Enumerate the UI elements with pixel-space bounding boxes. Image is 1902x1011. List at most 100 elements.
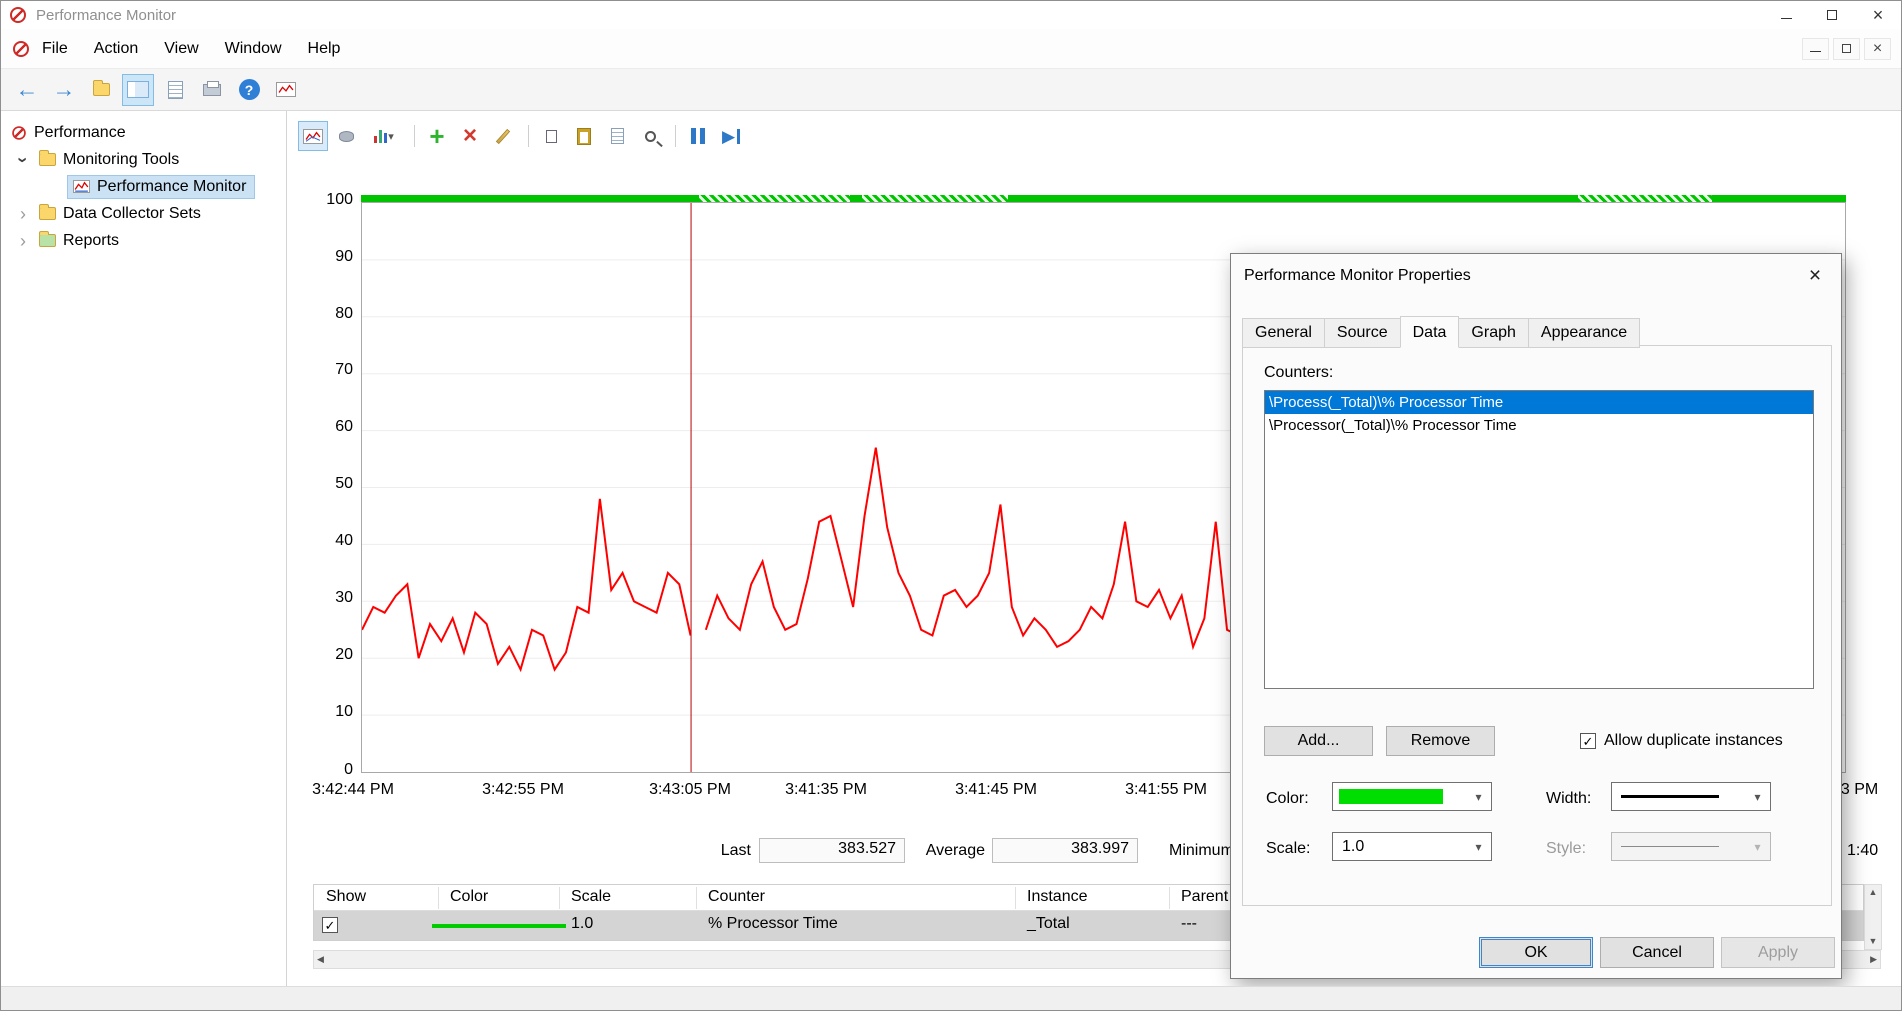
legend-color-sample xyxy=(432,924,566,928)
tab-graph[interactable]: Graph xyxy=(1458,318,1528,348)
tree-item-performance-monitor[interactable]: Performance Monitor xyxy=(67,173,255,200)
tree-item-reports[interactable]: › Reports xyxy=(15,227,119,254)
scroll-down-icon[interactable]: ▼ xyxy=(1869,937,1878,946)
average-value: 383.997 xyxy=(992,838,1138,863)
tab-data[interactable]: Data xyxy=(1400,316,1460,348)
tree-item-data-collector-sets[interactable]: › Data Collector Sets xyxy=(15,200,201,227)
tab-general[interactable]: General xyxy=(1242,318,1325,348)
scroll-up-icon[interactable]: ▲ xyxy=(1869,888,1878,897)
folder-icon xyxy=(39,207,56,220)
legend-header-show[interactable]: Show xyxy=(326,888,366,906)
cancel-button[interactable]: Cancel xyxy=(1600,937,1714,968)
child-window-controls: × xyxy=(1802,38,1891,60)
legend-counter-value: % Processor Time xyxy=(708,915,838,933)
dialog-close-icon: × xyxy=(1809,264,1821,288)
add-button[interactable]: Add... xyxy=(1264,726,1373,756)
y-axis-tick: 20 xyxy=(295,646,353,664)
dropdown-chevron-icon[interactable]: ▾ xyxy=(388,130,394,143)
update-data-button[interactable]: ▶ xyxy=(716,121,746,151)
chart-timebar xyxy=(361,195,1846,202)
export-list-button[interactable] xyxy=(159,74,191,106)
allow-duplicates-row: ✓ Allow duplicate instances xyxy=(1580,732,1783,750)
maximize-button[interactable] xyxy=(1809,1,1855,29)
properties-button[interactable] xyxy=(602,121,632,151)
freeze-display-button[interactable] xyxy=(683,121,713,151)
legend-header-color[interactable]: Color xyxy=(450,888,488,906)
child-minimize-button[interactable] xyxy=(1802,38,1829,60)
show-hide-console-tree-button[interactable] xyxy=(122,74,154,106)
back-button[interactable]: ← xyxy=(11,74,43,106)
forward-button[interactable]: → xyxy=(48,74,80,106)
expand-chevron-icon[interactable]: › xyxy=(15,205,31,223)
toolbar-separator xyxy=(414,125,415,147)
legend-vertical-scrollbar[interactable]: ▲ ▼ xyxy=(1864,884,1882,950)
step-bar-icon xyxy=(737,129,740,144)
view-log-data-button[interactable] xyxy=(331,121,361,151)
maximize-icon xyxy=(1827,10,1837,20)
style-dropdown[interactable]: ▾ xyxy=(1611,832,1771,861)
x-axis-tick: 3:41:45 PM xyxy=(946,781,1046,799)
menu-window[interactable]: Window xyxy=(212,29,295,68)
view-current-activity-icon xyxy=(303,129,323,144)
paste-counter-list-button[interactable] xyxy=(569,121,599,151)
tab-source[interactable]: Source xyxy=(1324,318,1401,348)
expand-chevron-icon[interactable]: › xyxy=(15,232,31,250)
window-title: Performance Monitor xyxy=(36,7,176,24)
counter-list-item[interactable]: \Process(_Total)\% Processor Time xyxy=(1265,391,1813,414)
remove-button[interactable]: Remove xyxy=(1386,726,1495,756)
menu-file[interactable]: File xyxy=(29,29,81,68)
help-button[interactable]: ? xyxy=(233,74,265,106)
child-restore-button[interactable] xyxy=(1833,38,1860,60)
scale-dropdown[interactable]: 1.0 ▾ xyxy=(1332,832,1492,861)
delete-counter-button[interactable]: × xyxy=(455,121,485,151)
copy-icon xyxy=(546,130,557,143)
legend-header-parent[interactable]: Parent xyxy=(1181,888,1228,906)
console-app-icon xyxy=(13,41,29,57)
step-forward-icon: ▶ xyxy=(722,128,735,145)
apply-button[interactable]: Apply xyxy=(1721,937,1835,968)
close-button[interactable]: × xyxy=(1855,1,1901,29)
legend-header-scale[interactable]: Scale xyxy=(571,888,611,906)
timebar-hatch xyxy=(699,195,850,202)
check-icon: ✓ xyxy=(1583,735,1594,748)
chart-window-button[interactable] xyxy=(270,74,302,106)
tab-appearance[interactable]: Appearance xyxy=(1528,318,1640,348)
width-dropdown[interactable]: ▾ xyxy=(1611,782,1771,811)
zoom-button[interactable] xyxy=(635,121,665,151)
menu-help[interactable]: Help xyxy=(295,29,354,68)
up-one-level-button[interactable] xyxy=(85,74,117,106)
collapse-chevron-icon[interactable]: › xyxy=(14,152,32,168)
graph-toolbar: ▾ + × ▶ xyxy=(298,119,749,153)
dialog-close-button[interactable]: × xyxy=(1799,262,1831,289)
legend-header-instance[interactable]: Instance xyxy=(1027,888,1087,906)
legend-header-counter[interactable]: Counter xyxy=(708,888,765,906)
copy-properties-button[interactable] xyxy=(536,121,566,151)
counter-list-item[interactable]: \Processor(_Total)\% Processor Time xyxy=(1265,414,1813,437)
y-axis-tick: 0 xyxy=(295,761,353,779)
data-tab-page: Counters: \Process(_Total)\% Processor T… xyxy=(1242,345,1832,906)
view-current-activity-button[interactable] xyxy=(298,121,328,151)
print-button[interactable] xyxy=(196,74,228,106)
tree-root-performance[interactable]: Performance xyxy=(11,119,126,146)
help-icon: ? xyxy=(239,79,260,100)
scroll-right-icon[interactable]: ▶ xyxy=(1870,955,1877,964)
menu-action[interactable]: Action xyxy=(81,29,151,68)
allow-duplicates-checkbox[interactable]: ✓ xyxy=(1580,733,1596,749)
highlight-button[interactable] xyxy=(488,121,518,151)
ok-button[interactable]: OK xyxy=(1479,937,1593,968)
child-close-button[interactable]: × xyxy=(1864,38,1891,60)
counter-list[interactable]: \Process(_Total)\% Processor Time \Proce… xyxy=(1264,390,1814,689)
y-axis-tick: 40 xyxy=(295,532,353,550)
menu-view[interactable]: View xyxy=(151,29,211,68)
minimize-icon xyxy=(1781,18,1792,19)
minimize-button[interactable] xyxy=(1763,1,1809,29)
color-label: Color: xyxy=(1266,790,1309,808)
scroll-left-icon[interactable]: ◀ xyxy=(317,955,324,964)
tree-item-monitoring-tools[interactable]: › Monitoring Tools xyxy=(15,146,179,173)
add-counter-button[interactable]: + xyxy=(422,121,452,151)
change-graph-type-button[interactable]: ▾ xyxy=(364,121,404,151)
color-dropdown[interactable]: ▾ xyxy=(1332,782,1492,811)
line-style-sample xyxy=(1621,846,1719,847)
legend-show-checkbox[interactable]: ✓ xyxy=(322,917,338,933)
scale-value: 1.0 xyxy=(1342,838,1364,856)
